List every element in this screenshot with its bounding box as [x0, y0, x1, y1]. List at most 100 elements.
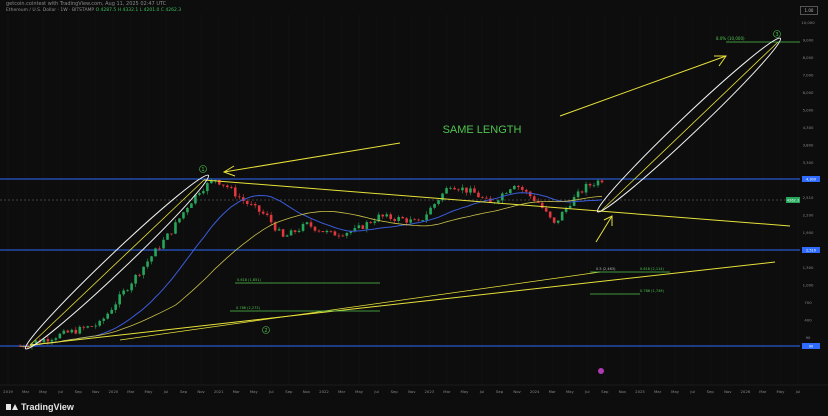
candle-body — [166, 233, 169, 240]
time-tick-label: Sep — [75, 389, 83, 394]
candle-body — [42, 338, 46, 343]
candle-body — [202, 191, 205, 194]
candle-body — [62, 330, 66, 334]
candle-body — [385, 214, 389, 217]
fib-label-3: 0.5 (2,463) — [596, 267, 616, 271]
candle-body — [186, 207, 189, 213]
price-tag-3: 90 — [809, 345, 813, 349]
candle-body — [118, 294, 121, 305]
candle-body — [114, 304, 117, 310]
candle-body — [341, 235, 345, 237]
candle-body — [497, 200, 500, 203]
price-tick-label: 5,000 — [803, 108, 814, 113]
candle-body — [249, 203, 253, 205]
time-tick-label: 2025 — [635, 389, 645, 394]
candle-body — [329, 230, 333, 232]
candle-body — [301, 223, 305, 231]
legend-symbol[interactable]: Ethereum / U.S. Dollar · 1W · BITSTAMP — [6, 8, 94, 13]
candle-body — [417, 219, 420, 221]
time-tick-label: Sep — [285, 389, 293, 394]
candle-body — [106, 313, 109, 319]
candle-body — [429, 207, 432, 215]
axis-settings-box[interactable]: 1.00 — [800, 6, 818, 15]
time-tick-label: May — [145, 389, 154, 394]
time-tick-label: Sep — [180, 389, 188, 394]
time-tick-label: 2021 — [214, 389, 224, 394]
price-tick-label: 90 — [806, 335, 811, 340]
candle-body — [357, 225, 361, 229]
time-tick-label: Nov — [408, 389, 416, 394]
candle-body — [433, 203, 436, 208]
chart-legend[interactable]: Ethereum / U.S. Dollar · 1W · BITSTAMP O… — [6, 8, 181, 13]
time-tick-label: May — [355, 389, 364, 394]
candle-body — [293, 230, 297, 232]
candle-body — [182, 212, 185, 219]
candle-body — [146, 261, 149, 267]
candle-body — [461, 187, 464, 191]
tradingview-logo[interactable]: TradingView — [6, 402, 74, 412]
candle-body — [257, 205, 261, 212]
price-tick-label: 700 — [804, 300, 812, 305]
candle-body — [465, 187, 468, 193]
candle-body — [393, 218, 397, 221]
candle-body — [596, 180, 600, 186]
candle-body — [509, 189, 512, 194]
candle-body — [592, 185, 596, 187]
time-tick-label: Mar — [443, 389, 451, 394]
candle-body — [600, 180, 604, 183]
candle-body — [265, 213, 269, 215]
price-tick-label: 1,000 — [803, 283, 814, 288]
candle-body — [174, 222, 177, 234]
time-tick-label: 2023 — [424, 389, 434, 394]
candle-body — [150, 256, 153, 262]
candle-body — [98, 320, 102, 326]
candle-body — [74, 329, 78, 334]
candle-body — [524, 189, 528, 192]
footer — [0, 398, 828, 416]
price-tick-label: 4,300 — [803, 125, 814, 130]
candle-body — [54, 338, 58, 340]
fib-label-2: 0.786 (2,273) — [236, 306, 261, 310]
candle-body — [317, 230, 321, 232]
candle-body — [190, 203, 193, 208]
candle-body — [138, 274, 141, 276]
published-text: getcoin.cointest with TradingView.com, A… — [6, 1, 167, 7]
time-tick-label: Jul — [584, 389, 590, 394]
target-label: 8.0% (10,000) — [716, 36, 745, 41]
candle-body — [110, 309, 113, 314]
candle-body — [568, 205, 572, 208]
candle-body — [556, 220, 560, 223]
candle-body — [281, 229, 285, 237]
candle-body — [225, 185, 229, 188]
price-tick-label: 8,000 — [803, 55, 814, 60]
time-tick-label: Sep — [601, 389, 609, 394]
time-tick-label: Mar — [549, 389, 557, 394]
time-tick-label: May — [671, 389, 680, 394]
candle-body — [325, 230, 329, 233]
fib-label-5: 0.786 (1,749) — [640, 289, 665, 293]
time-tick-label: 2026 — [740, 389, 750, 394]
price-tick-label: 3,800 — [803, 143, 814, 148]
time-tick-label: Jul — [57, 389, 63, 394]
candle-body — [289, 230, 293, 236]
candle-body — [233, 187, 237, 197]
candle-body — [457, 189, 460, 191]
candle-body — [576, 191, 580, 198]
time-tick-label: May — [566, 389, 575, 394]
price-chart[interactable]: 1 2 3 SAME LENGTH 8.0% (10,000) 0.618 (1… — [0, 0, 828, 416]
price-tick-label: 1,900 — [803, 230, 814, 235]
candle-body — [134, 274, 137, 284]
time-tick-label: Mar — [759, 389, 767, 394]
candle-body — [122, 290, 125, 295]
time-tick-label: May — [777, 389, 786, 394]
event-icon[interactable] — [598, 368, 604, 374]
candle-body — [58, 333, 62, 339]
time-tick-label: 2024 — [530, 389, 540, 394]
time-tick-label: 2022 — [319, 389, 329, 394]
candle-body — [405, 218, 408, 223]
candle-body — [222, 184, 225, 186]
candle-body — [365, 222, 369, 229]
candle-body — [305, 222, 309, 224]
price-tick-label: 3,300 — [803, 160, 814, 165]
candle-body — [584, 183, 588, 193]
